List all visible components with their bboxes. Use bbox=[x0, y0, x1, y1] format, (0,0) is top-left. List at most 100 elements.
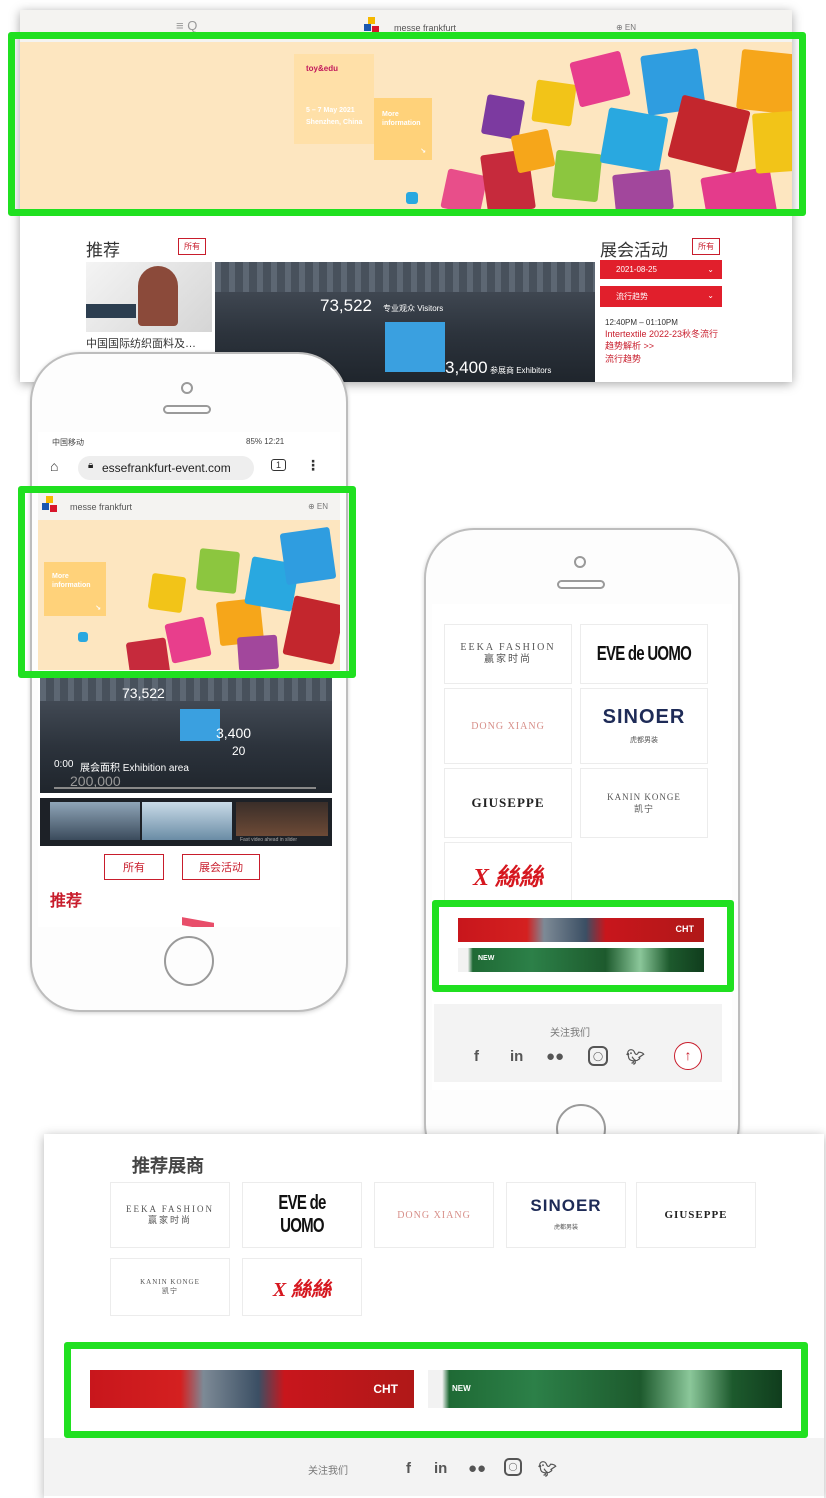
follow-section: 关注我们 f in ●● ◯ 🐦︎ bbox=[44, 1438, 824, 1496]
highlight-banner-desktop bbox=[8, 32, 806, 216]
desktop-screenshot-bottom: 推荐展商 EEKA FASHION 赢家时尚 EVE de UOMO DONG X… bbox=[44, 1134, 824, 1498]
thumb-3[interactable] bbox=[236, 802, 328, 836]
follow-label: 关注我们 bbox=[308, 1466, 348, 1477]
stat-visitors: 73,522 bbox=[122, 685, 165, 701]
brand-dong-xiang[interactable]: DONG XIANG bbox=[444, 688, 572, 764]
brand-eve-de-uomo[interactable]: EVE de UOMO bbox=[580, 624, 708, 684]
section-title: 推荐展商 bbox=[132, 1156, 204, 1176]
instagram-icon[interactable]: ◯ bbox=[588, 1046, 608, 1066]
filter-all-button[interactable]: 所有 bbox=[104, 854, 164, 880]
speaker-figure bbox=[138, 266, 178, 326]
brand-sub: 凯宁 bbox=[162, 1287, 178, 1295]
brand-name: GIUSEPPE bbox=[664, 1209, 728, 1221]
brand-giuseppe[interactable]: GIUSEPPE bbox=[444, 768, 572, 838]
thumb-1[interactable] bbox=[50, 802, 140, 840]
instagram-icon[interactable]: ◯ bbox=[504, 1458, 522, 1476]
highlight-ads-phone bbox=[432, 900, 734, 992]
video-progress[interactable] bbox=[54, 787, 316, 789]
brand-sub: 赢家时尚 bbox=[147, 1215, 192, 1225]
brand-sub: 虎都男装 bbox=[553, 1225, 578, 1231]
brand-sub: 赢家时尚 bbox=[484, 654, 532, 665]
events-all-tag[interactable]: 所有 bbox=[692, 238, 720, 255]
twitter-icon[interactable]: 🐦︎ bbox=[538, 1460, 557, 1478]
more-icon[interactable]: ⋮ bbox=[306, 457, 320, 474]
wechat-icon[interactable]: ●● bbox=[546, 1048, 564, 1065]
date-value: 2021-08-25 bbox=[616, 265, 657, 274]
category-value: 流行趋势 bbox=[616, 292, 648, 301]
section-title: 推荐 bbox=[50, 893, 83, 910]
brand-sub: 凯宁 bbox=[633, 803, 654, 814]
video-thumbnails[interactable]: Fast video ahead in slider bbox=[40, 798, 332, 846]
brand-eeka[interactable]: EEKA FASHION 赢家时尚 bbox=[444, 624, 572, 684]
highlight-banner-phone bbox=[18, 486, 356, 678]
recommend-all-tag[interactable]: 所有 bbox=[178, 238, 206, 255]
stat-exhibitors: 3,400 bbox=[216, 725, 252, 741]
filter-events-button[interactable]: 展会活动 bbox=[182, 854, 260, 880]
video-label: 展会面积 Exhibition area bbox=[80, 763, 189, 774]
phone-camera bbox=[574, 556, 586, 568]
booth-screen bbox=[385, 322, 445, 372]
events-title: 展会活动 bbox=[600, 241, 668, 260]
stat-area: 20 bbox=[232, 744, 246, 758]
follow-label: 关注我们 bbox=[550, 1028, 590, 1039]
menu-search-icons[interactable]: ≡ Q bbox=[176, 18, 197, 33]
tv-screen bbox=[86, 304, 136, 318]
stat-visitors: 73,522 bbox=[320, 296, 372, 315]
home-icon[interactable]: ⌂ bbox=[50, 458, 58, 474]
category-dropdown[interactable]: 流行趋势 ⌄ bbox=[600, 286, 722, 307]
phone-home-button bbox=[164, 936, 214, 986]
brand-name: EVE de UOMO bbox=[278, 1192, 326, 1237]
brand-sinoer[interactable]: SINOER 虎都男装 bbox=[506, 1182, 626, 1248]
video-time: 0:00 bbox=[54, 759, 74, 770]
thumb-caption: Fast video ahead in slider bbox=[240, 837, 297, 843]
red-shape bbox=[182, 917, 214, 927]
facebook-icon[interactable]: f bbox=[474, 1048, 479, 1065]
thumb-2[interactable] bbox=[142, 802, 232, 840]
brand-name: EEKA FASHION bbox=[125, 1204, 215, 1215]
status-carrier: 中国移动 bbox=[52, 438, 84, 447]
brand-name: X 絲絲 bbox=[472, 864, 543, 891]
chevron-down-icon: ⌄ bbox=[707, 265, 714, 274]
chevron-down-icon: ⌄ bbox=[707, 291, 714, 300]
brand-x[interactable]: X 絲絲 bbox=[242, 1258, 362, 1316]
highlight-ads-desktop bbox=[64, 1342, 808, 1438]
event-title-link[interactable]: Intertextile 2022-23秋冬流行趋势解析 >> bbox=[605, 328, 720, 352]
brand-kanin-konge[interactable]: KANIN KONGE 凯宁 bbox=[110, 1258, 230, 1316]
tab-count[interactable]: 1 bbox=[271, 459, 287, 471]
url-bar[interactable]: 🔒︎ essefrankfurt-event.com bbox=[78, 456, 254, 480]
brand-name: GIUSEPPE bbox=[471, 795, 545, 810]
brand-eve-de-uomo[interactable]: EVE de UOMO bbox=[242, 1182, 362, 1248]
phone2-screen: EEKA FASHION 赢家时尚 EVE de UOMO DONG XIANG … bbox=[432, 604, 732, 1090]
phone-speaker bbox=[557, 580, 605, 589]
brand-eeka[interactable]: EEKA FASHION 赢家时尚 bbox=[110, 1182, 230, 1248]
scroll-top-icon[interactable]: ↑ bbox=[674, 1042, 702, 1070]
video-caption[interactable]: 中国国际纺织面料及… bbox=[86, 335, 196, 351]
brand-name: X 絲絲 bbox=[272, 1278, 332, 1301]
brand-name: KANIN KONGE bbox=[140, 1278, 200, 1286]
brand-name: SINOER bbox=[530, 1196, 602, 1215]
brand-sinoer[interactable]: SINOER 虎都男装 bbox=[580, 688, 708, 764]
brand-giuseppe[interactable]: GIUSEPPE bbox=[636, 1182, 756, 1248]
linkedin-icon[interactable]: in bbox=[510, 1048, 523, 1065]
status-battery-time: 85% 12:21 bbox=[246, 437, 285, 446]
phone-speaker bbox=[163, 405, 211, 414]
brand-name: EEKA FASHION bbox=[460, 642, 556, 653]
recommend-thumb[interactable] bbox=[86, 262, 212, 332]
date-dropdown[interactable]: 2021-08-25 ⌄ bbox=[600, 260, 722, 279]
recommend-title: 推荐 bbox=[86, 241, 120, 260]
wechat-icon[interactable]: ●● bbox=[468, 1460, 486, 1477]
linkedin-icon[interactable]: in bbox=[434, 1460, 447, 1477]
ceiling-lights bbox=[215, 262, 595, 292]
url-text: essefrankfurt-event.com bbox=[102, 461, 231, 475]
stat-exhibitors: 3,400 bbox=[445, 358, 488, 377]
exhibition-video[interactable]: 73,522 3,400 20 0:00 展会面积 Exhibition are… bbox=[40, 677, 332, 793]
brand-kanin-konge[interactable]: KANIN KONGE 凯宁 bbox=[580, 768, 708, 838]
twitter-icon[interactable]: 🐦︎ bbox=[626, 1048, 645, 1066]
brand-dong-xiang[interactable]: DONG XIANG bbox=[374, 1182, 494, 1248]
facebook-icon[interactable]: f bbox=[406, 1460, 411, 1477]
language-switch[interactable]: ⊕ EN bbox=[616, 23, 636, 32]
lock-icon: 🔒︎ bbox=[88, 460, 94, 471]
brand-x[interactable]: X 絲絲 bbox=[444, 842, 572, 906]
event-time: 12:40PM – 01:10PM bbox=[605, 318, 678, 327]
brand-name: DONG XIANG bbox=[471, 720, 545, 732]
